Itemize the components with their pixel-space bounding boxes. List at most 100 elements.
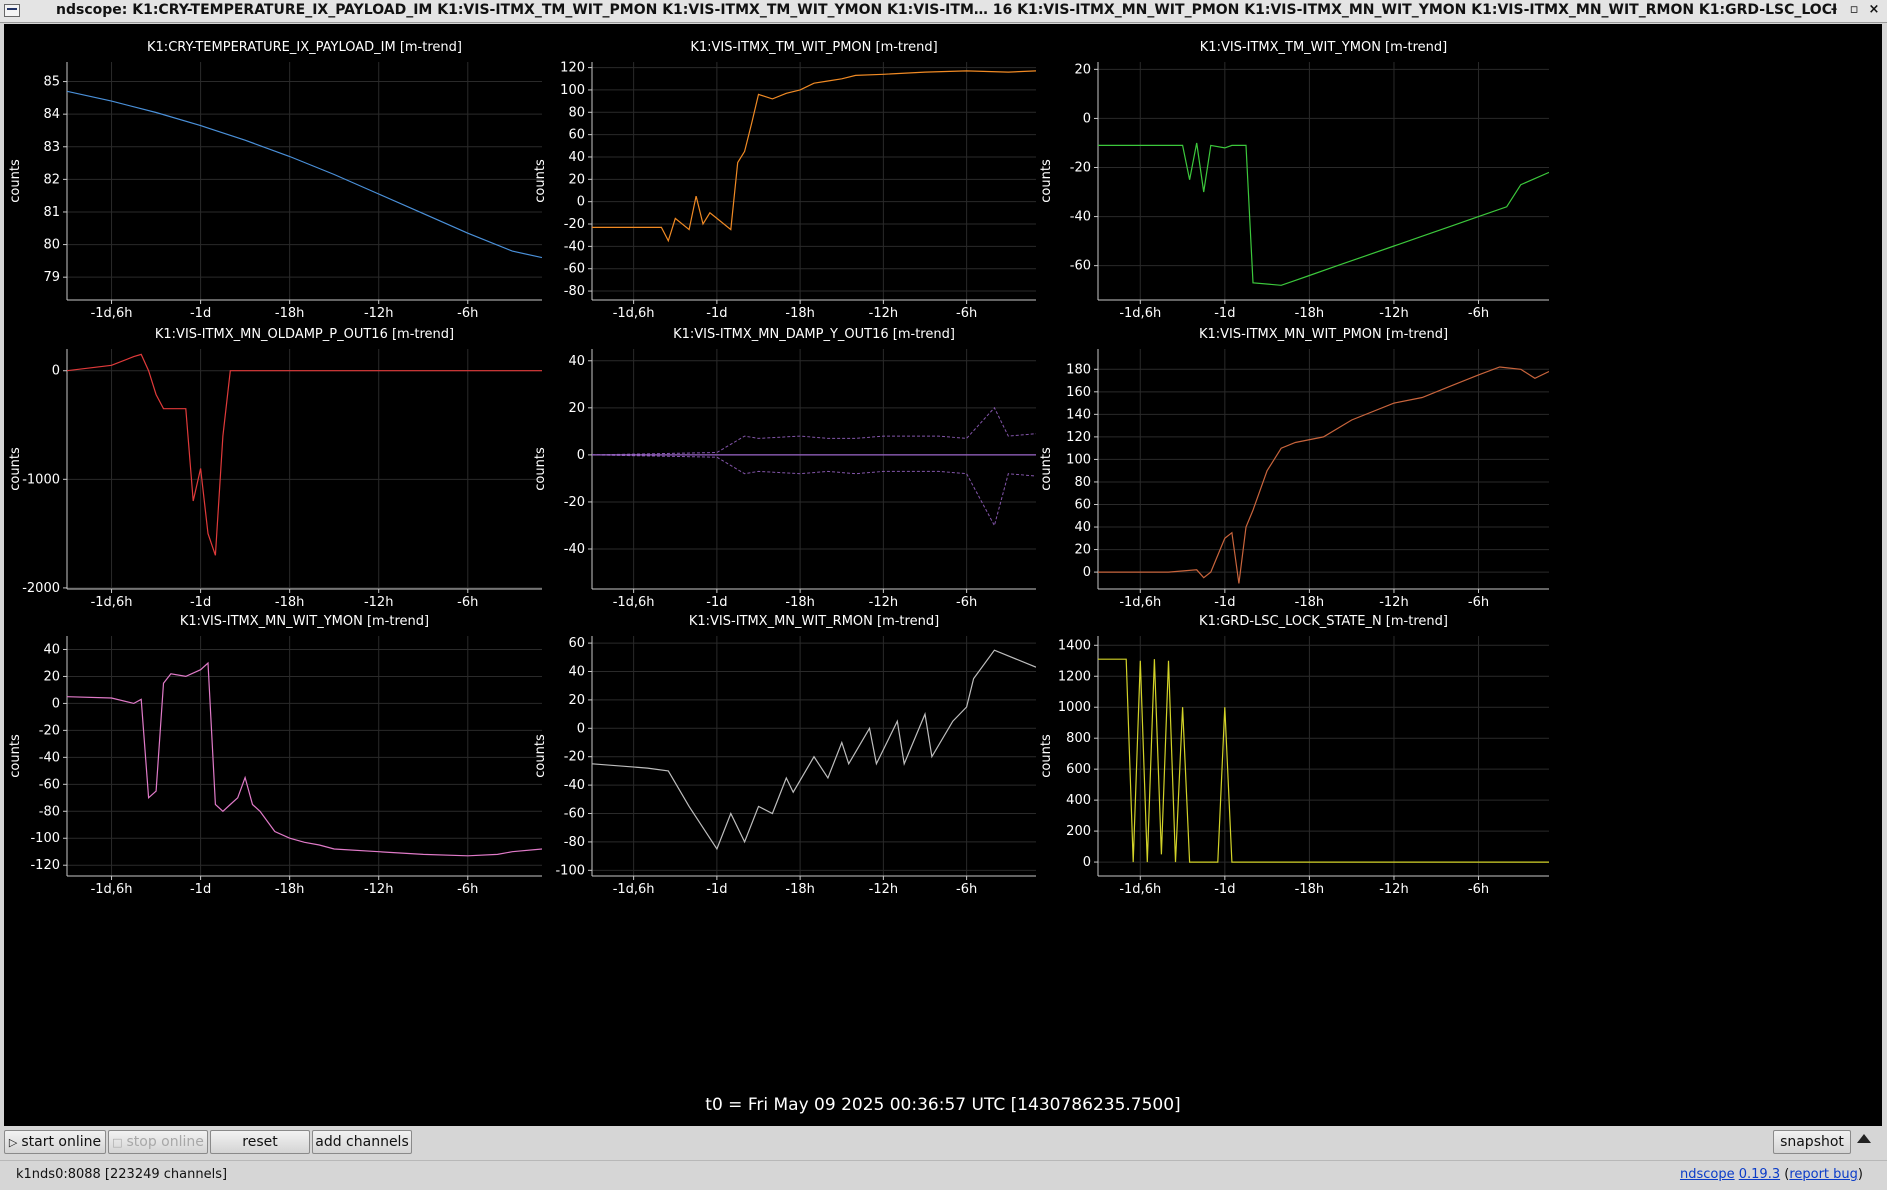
plot-data [592,649,1036,851]
y-tick-label: -100 [555,863,585,878]
x-tick-label: -18h [275,882,304,897]
y-axis-label: counts [1039,734,1054,778]
x-tick-label: -6h [956,306,977,321]
scope-area: -1d,6h -1d -18h -12h -6h 79 80 81 82 83 84 85 K1:CRY… [4,24,1882,1126]
plot-panel[interactable]: -1d,6h -1d -18h -12h -6h -120 -100 -80 -60 -40 -20… [8,614,542,897]
y-tick-label: -60 [1070,259,1091,274]
x-tick-label: -12h [1379,595,1408,610]
y-tick-label: 40 [568,354,585,369]
snapshot-button[interactable]: snapshot [1773,1130,1851,1154]
y-tick-label: -40 [39,750,60,765]
expand-panel-icon[interactable] [1857,1134,1871,1143]
add-channels-button[interactable]: add channels [312,1130,412,1154]
plot-panel[interactable]: -1d,6h -1d -18h -12h -6h -60 -40 -20 0 20 K1:VIS-I… [1039,40,1549,321]
y-tick-label: 600 [1066,762,1091,777]
y-tick-label: 84 [43,107,60,122]
plot-panel[interactable]: -1d,6h -1d -18h -12h -6h -2000 -1000 0 K1:VIS-IT… [8,327,542,610]
plot-panel[interactable]: -1d,6h -1d -18h -12h -6h -80 -60 -40 -20 0 20 40 60 8… [533,40,1036,321]
window-title: ndscope: K1:CRY-TEMPERATURE_IX_PAYLOAD_I… [56,2,1836,18]
window-titlebar: ndscope: K1:CRY-TEMPERATURE_IX_PAYLOAD_I… [0,0,1887,23]
ndscope-link[interactable]: ndscope [1680,1167,1735,1182]
y-axis-label: counts [8,734,23,778]
y-axis-label: counts [8,447,23,491]
server-status: k1nds0:8088 [223249 channels] [16,1167,228,1182]
plot-data [67,90,542,259]
plot-panel[interactable]: -1d,6h -1d -18h -12h -6h 0 200 400 600 800 1000 120… [1039,614,1549,897]
stop-online-button[interactable]: □ stop online [108,1130,208,1154]
y-tick-label: -60 [39,777,60,792]
plot-panel[interactable]: -1d,6h -1d -18h -12h -6h -40 -20 0 20 40 K1:VIS-IT… [533,327,1036,610]
x-tick-label: -1d [190,595,211,610]
x-tick-label: -6h [457,306,478,321]
x-tick-label: -6h [1468,595,1489,610]
y-tick-label: -40 [564,778,585,793]
y-axis-label: counts [533,159,548,203]
plot-panel[interactable]: -1d,6h -1d -18h -12h -6h 0 20 40 60 80 100 120 140 16… [1039,327,1549,610]
y-tick-label: -80 [564,284,585,299]
y-tick-label: -20 [564,217,585,232]
x-tick-label: -1d,6h [613,306,655,321]
close-icon[interactable]: × [1866,2,1882,18]
x-tick-label: -1d,6h [1119,306,1161,321]
y-tick-label: 140 [1066,407,1091,422]
maximize-icon[interactable]: ▫ [1846,2,1862,18]
x-tick-label: -12h [364,595,393,610]
x-tick-label: -1d,6h [613,882,655,897]
minimize-icon[interactable]: – [1826,2,1842,18]
x-tick-label: -6h [956,882,977,897]
y-tick-label: -100 [30,831,60,846]
x-tick-label: -1d,6h [91,595,133,610]
plot-data [592,70,1036,243]
x-tick-label: -6h [457,882,478,897]
version-link[interactable]: 0.19.3 [1739,1167,1780,1182]
y-tick-label: -1000 [22,472,60,487]
series-line [1098,142,1549,286]
series-line-min [592,454,1036,527]
series-line-max [592,406,1036,456]
y-tick-label: 180 [1066,362,1091,377]
y-tick-label: 400 [1066,793,1091,808]
plot-panel[interactable]: -1d,6h -1d -18h -12h -6h 79 80 81 82 83 84 85 K1:CRY… [8,40,542,321]
series-line [67,353,542,556]
plot-title: K1:VIS-ITMX_MN_OLDAMP_P_OUT16 [m-trend] [155,327,454,342]
t0-label: t0 = Fri May 09 2025 00:36:57 UTC [14307… [705,1095,1181,1115]
x-tick-label: -18h [785,595,814,610]
y-tick-label: 100 [560,83,585,98]
report-bug-link[interactable]: report bug [1789,1167,1858,1182]
plot-data [1098,658,1549,863]
x-tick-label: -12h [1379,882,1408,897]
x-tick-label: -12h [869,882,898,897]
series-line [67,661,542,857]
y-tick-label: 79 [43,270,60,285]
x-tick-label: -6h [1468,306,1489,321]
plot-data [67,353,542,556]
y-tick-label: 40 [43,642,60,657]
version-info: ndscope 0.19.3 (report bug) [1679,1167,1863,1182]
plot-grid[interactable]: -1d,6h -1d -18h -12h -6h 79 80 81 82 83 84 85 K1:CRY… [4,24,1882,1126]
y-tick-label: -2000 [22,581,60,596]
y-tick-label: 80 [43,238,60,253]
x-tick-label: -6h [956,595,977,610]
plot-title: K1:VIS-ITMX_MN_WIT_YMON [m-trend] [180,614,429,629]
y-tick-label: 20 [568,401,585,416]
reset-button[interactable]: reset [210,1130,310,1154]
window-menu-icon[interactable] [4,4,20,17]
plot-panel[interactable]: -1d,6h -1d -18h -12h -6h -100 -80 -60 -40 -20 0 20 4… [533,614,1036,897]
series-line [592,70,1036,243]
y-tick-label: 20 [568,693,585,708]
x-tick-label: -1d [706,882,727,897]
x-tick-label: -18h [275,595,304,610]
start-online-button[interactable]: ▷ start online [4,1130,106,1154]
play-icon: ▷ [8,1136,18,1149]
x-tick-label: -12h [364,882,393,897]
y-tick-label: 0 [1083,855,1091,870]
y-tick-label: -20 [564,495,585,510]
y-tick-label: 120 [1066,430,1091,445]
x-tick-label: -18h [785,306,814,321]
plot-title: K1:VIS-ITMX_MN_WIT_PMON [m-trend] [1199,327,1448,342]
y-tick-label: -80 [39,804,60,819]
y-tick-label: 100 [1066,452,1091,467]
y-tick-label: 80 [1074,475,1091,490]
y-axis-label: counts [8,159,23,203]
plot-title: K1:CRY-TEMPERATURE_IX_PAYLOAD_IM [m-tren… [147,40,462,55]
